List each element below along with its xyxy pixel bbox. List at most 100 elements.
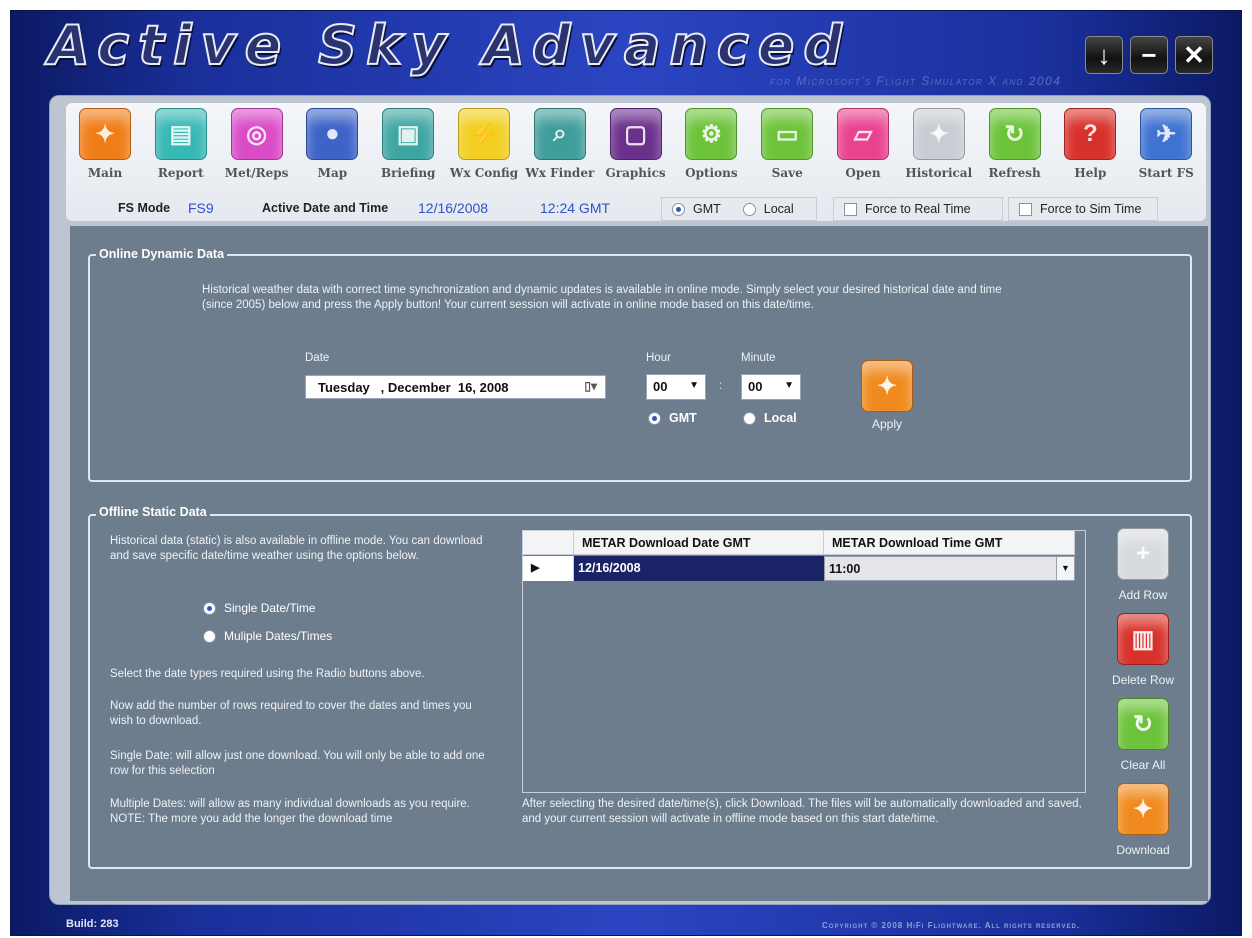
active-time-value: 12:24 GMT <box>540 200 611 216</box>
download-icon: ✦ <box>1132 795 1154 823</box>
single-date-label: Single Date/Time <box>224 601 316 615</box>
multiple-dates-radio[interactable] <box>203 629 216 643</box>
toolbar-button-options[interactable]: ⚙ Options <box>676 108 746 180</box>
build-number: Build: 283 <box>66 918 119 930</box>
hour-label: Hour <box>646 352 671 364</box>
toolbar-label: Report <box>157 166 204 180</box>
table-row-date-cell[interactable]: 12/16/2008 <box>574 556 824 581</box>
single-date-radio[interactable] <box>203 601 216 615</box>
delete-row-label: Delete Row <box>1111 673 1175 687</box>
add-row-button[interactable]: + <box>1117 528 1169 580</box>
toolbar-button-report[interactable]: ▤ Report <box>146 108 216 180</box>
toolbar-label: Graphics <box>605 166 666 180</box>
offline-description: Historical data (static) is also availab… <box>110 535 483 562</box>
local-radio[interactable] <box>742 202 756 216</box>
online-gmt-radio[interactable] <box>648 411 661 425</box>
metar-download-grid: METAR Download Date GMT METAR Download T… <box>522 530 1086 793</box>
download-window-button[interactable]: ↓ <box>1085 36 1123 74</box>
online-description: Historical weather data with correct tim… <box>202 284 1002 311</box>
map-icon: ● <box>306 108 359 160</box>
chevron-down-icon: ▼ <box>689 380 699 391</box>
fs-mode-label: FS Mode <box>118 201 171 215</box>
online-gmt-option[interactable]: GMT <box>648 411 697 425</box>
multiple-dates-option[interactable]: Muliple Dates/Times <box>203 629 332 643</box>
wx-config-icon: ⚡ <box>458 108 510 160</box>
toolbar-button-briefing[interactable]: ▣ Briefing <box>373 108 443 180</box>
toolbar-button-historical[interactable]: ✦ Historical <box>904 108 974 180</box>
toolbar-label: Refresh <box>988 166 1041 180</box>
close-button[interactable]: ✕ <box>1175 36 1213 74</box>
time-zone-options: GMT Local <box>661 197 817 221</box>
date-picker[interactable]: Tuesday , December 16, 2008 ▯▾ <box>305 375 606 399</box>
toolbar-button-start-fs[interactable]: ✈ Start FS <box>1131 108 1201 180</box>
start-fs-icon: ✈ <box>1140 108 1193 160</box>
toolbar-label: Wx Finder <box>525 166 595 180</box>
multiple-dates-label: Muliple Dates/Times <box>224 629 333 643</box>
refresh-icon: ↻ <box>988 108 1041 160</box>
clear-all-label: Clear All <box>1120 758 1166 772</box>
hour-select-value: 00 <box>653 379 668 394</box>
active-date-value: 12/16/2008 <box>418 200 489 216</box>
force-real-time-checkbox[interactable] <box>844 202 857 216</box>
toolbar-label: Start FS <box>1138 166 1194 180</box>
toolbar-label: Open <box>845 166 881 180</box>
clear-all-button[interactable]: ↻ <box>1117 698 1169 750</box>
minute-select[interactable]: 00 ▼ <box>741 374 801 400</box>
force-real-time-option[interactable]: Force to Real Time <box>833 197 1003 221</box>
download-instructions: After selecting the desired date/time(s)… <box>522 798 1082 825</box>
app-title-logo: Active Sky Advanced <box>47 13 852 78</box>
toolbar-button-main[interactable]: ✦ Main <box>70 108 140 180</box>
toolbar-label: Wx Config <box>449 166 519 180</box>
offline-static-title: Offline Static Data <box>96 505 210 519</box>
fs-mode-value: FS9 <box>188 200 214 216</box>
toolbar-button-met-reps[interactable]: ◎ Met/Reps <box>222 108 292 180</box>
single-date-option[interactable]: Single Date/Time <box>203 601 316 615</box>
row-selector-icon[interactable]: ▶ <box>523 556 574 581</box>
wx-finder-icon: ⌕ <box>533 108 586 160</box>
delete-row-button[interactable]: ▥ <box>1117 613 1169 665</box>
refresh-icon: ↻ <box>1132 710 1154 738</box>
app-subtitle: for Microsoft's Flight Simulator X and 2… <box>770 74 1062 88</box>
gmt-radio-label: GMT <box>693 202 721 216</box>
help-text-3: Single Date: will allow just one downloa… <box>110 750 485 777</box>
column-header-date[interactable]: METAR Download Date GMT <box>574 531 824 555</box>
options-icon: ⚙ <box>685 108 738 160</box>
minimize-button[interactable]: − <box>1130 36 1168 74</box>
online-local-option[interactable]: Local <box>743 411 797 425</box>
toolbar-button-save[interactable]: ▭ Save <box>752 108 822 180</box>
gmt-radio[interactable] <box>672 202 685 216</box>
grid-corner-header <box>523 531 574 555</box>
date-label: Date <box>305 352 330 364</box>
toolbar-button-wx-config[interactable]: ⚡ Wx Config <box>449 108 519 180</box>
column-header-time[interactable]: METAR Download Time GMT <box>824 531 1075 555</box>
toolbar-label: Main <box>87 166 123 180</box>
toolbar-label: Met/Reps <box>224 166 289 180</box>
toolbar-button-graphics[interactable]: ▢ Graphics <box>601 108 671 180</box>
toolbar-label: Save <box>771 166 803 180</box>
toolbar-button-map[interactable]: ● Map <box>297 108 367 180</box>
toolbar-button-open[interactable]: ▱ Open <box>828 108 898 180</box>
trash-icon: ▥ <box>1131 625 1155 653</box>
apply-button[interactable]: ✦ <box>861 360 913 412</box>
download-label: Download <box>1116 843 1170 857</box>
time-dropdown-button[interactable]: ▼ <box>1056 557 1074 580</box>
graphics-icon: ▢ <box>609 108 662 160</box>
historical-icon: ✦ <box>912 108 965 160</box>
online-local-radio[interactable] <box>743 411 756 425</box>
time-separator: : <box>719 380 723 392</box>
toolbar-button-refresh[interactable]: ↻ Refresh <box>980 108 1050 180</box>
toolbar-button-wx-finder[interactable]: ⌕ Wx Finder <box>525 108 595 180</box>
calendar-dropdown-icon[interactable]: ▯▾ <box>584 379 597 393</box>
open-icon: ▱ <box>837 108 889 160</box>
download-button[interactable]: ✦ <box>1117 783 1169 835</box>
force-sim-time-checkbox[interactable] <box>1019 202 1032 216</box>
force-sim-time-option[interactable]: Force to Sim Time <box>1008 197 1158 221</box>
hour-select[interactable]: 00 ▼ <box>646 374 706 400</box>
online-dynamic-title: Online Dynamic Data <box>96 247 228 261</box>
report-icon: ▤ <box>154 108 207 160</box>
table-row-time-cell[interactable]: 11:00 ▼ <box>824 556 1075 581</box>
local-radio-label: Local <box>763 202 794 216</box>
toolbar-button-help[interactable]: ? Help <box>1055 108 1125 180</box>
toolbar-label: Briefing <box>380 166 436 180</box>
plus-icon: + <box>1135 540 1150 567</box>
